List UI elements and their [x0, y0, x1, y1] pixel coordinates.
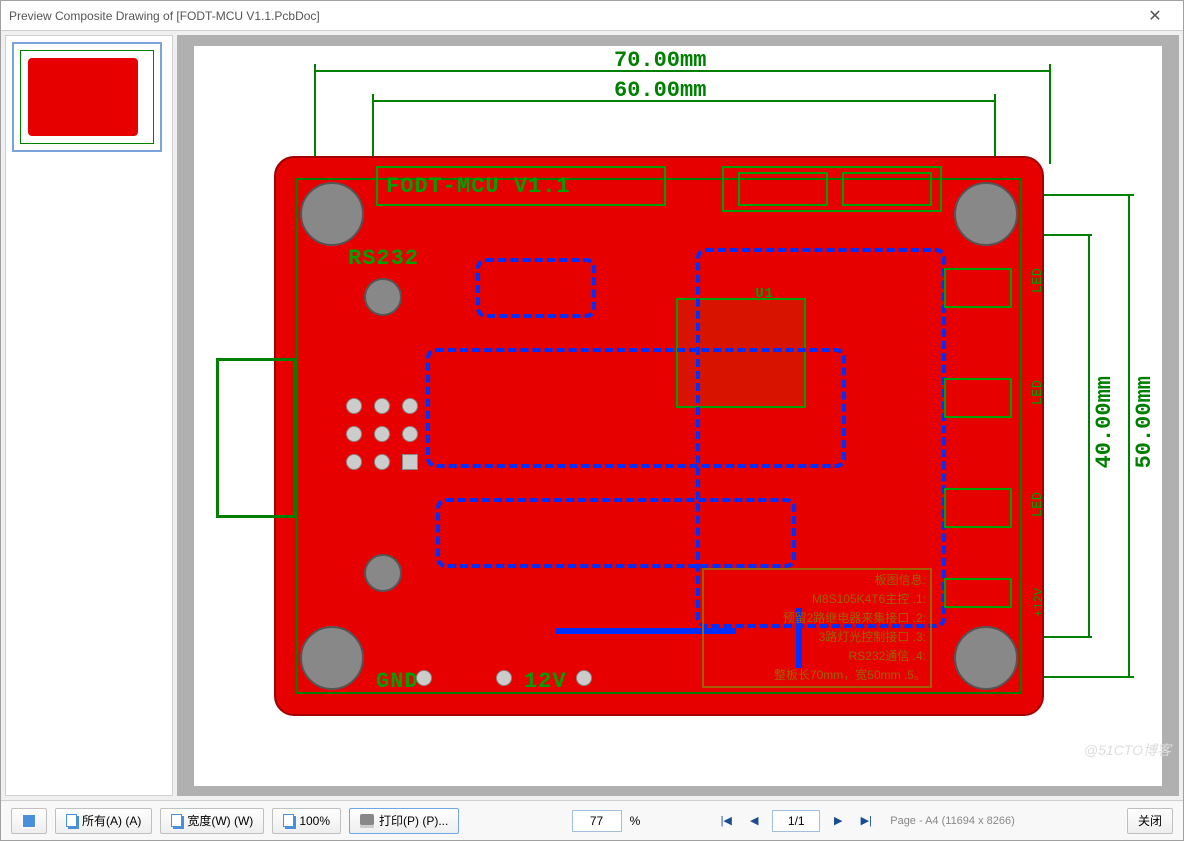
watermark: @51CTO博客	[1084, 740, 1171, 760]
zoom-100-button[interactable]: 100%	[272, 808, 341, 834]
dim-height-outer: 50.00mm	[1132, 376, 1157, 468]
connector	[216, 358, 296, 518]
silk-12v: 12V	[524, 669, 567, 694]
dim-line	[1128, 194, 1130, 676]
dim-ext-line	[1044, 676, 1134, 678]
dim-ext-line	[372, 94, 374, 164]
titlebar: Preview Composite Drawing of [FODT-MCU V…	[1, 1, 1183, 31]
info-line: :3路灯光控制接口 .3	[704, 627, 930, 646]
pcb-board: FODT-MCU V1.1 RS232 GND 12V U1	[274, 156, 1044, 716]
fit-all-button[interactable]: 所有(A) (A)	[55, 808, 152, 834]
close-button[interactable]: 关闭	[1127, 808, 1173, 834]
cmp-outline	[376, 166, 666, 206]
small-hole	[364, 278, 402, 316]
info-line: :板图信息	[704, 570, 930, 589]
cmp-relay-inner	[738, 172, 828, 206]
cmp-relay-inner	[842, 172, 932, 206]
dim-ext-line	[314, 64, 316, 164]
btn-label: 100%	[299, 814, 330, 828]
thumbnail-panel	[5, 35, 173, 796]
mounting-hole	[954, 626, 1018, 690]
toolbar: 所有(A) (A) 宽度(W) (W) 100% 打印(P) (P)... % …	[1, 800, 1183, 840]
zoom-suffix: %	[630, 814, 641, 828]
nav-prev-button[interactable]: ◀	[744, 811, 764, 831]
silk-led: LED	[1030, 380, 1046, 405]
page-input[interactable]	[772, 810, 820, 832]
dim-line	[1088, 234, 1090, 636]
grid-icon	[22, 814, 36, 828]
body: 70.00mm 60.00mm 40.00mm 50.00mm	[1, 31, 1183, 800]
info-line: :M8S105K4T6主控 .1	[704, 589, 930, 608]
dim-width-outer: 70.00mm	[614, 48, 706, 73]
dim-ext-line	[1044, 636, 1092, 638]
small-hole	[364, 554, 402, 592]
info-line: :RS232通信 .4	[704, 646, 930, 665]
printer-icon	[360, 814, 374, 828]
silk-plus12v: +12V	[1032, 588, 1046, 617]
mounting-hole	[300, 626, 364, 690]
dim-height-inner: 40.00mm	[1092, 376, 1117, 468]
page-info: Page - A4 (11694 x 8266)	[890, 815, 1015, 827]
page-icon	[283, 814, 294, 827]
silk-gnd: GND	[376, 669, 419, 694]
trace	[476, 258, 596, 318]
btn-label: 所有(A) (A)	[82, 812, 141, 829]
canvas[interactable]: 70.00mm 60.00mm 40.00mm 50.00mm	[177, 35, 1179, 796]
dim-width-inner: 60.00mm	[614, 78, 706, 103]
dim-ext-line	[1049, 64, 1051, 164]
fit-width-button[interactable]: 宽度(W) (W)	[160, 808, 264, 834]
thumbnail[interactable]	[12, 42, 162, 152]
cmp-led-drv	[944, 268, 1012, 308]
btn-label: 宽度(W) (W)	[187, 812, 253, 829]
info-line: 。整板长70mm，宽50mm .5	[704, 665, 930, 684]
nav-last-button[interactable]: ▶|	[856, 811, 876, 831]
dim-ext-line	[994, 94, 996, 164]
window-title: Preview Composite Drawing of [FODT-MCU V…	[9, 9, 1135, 23]
mounting-hole	[954, 182, 1018, 246]
cmp-led-drv	[944, 378, 1012, 418]
info-line: :预留2路继电器来集接口 .2	[704, 608, 930, 627]
zoom-input[interactable]	[572, 810, 622, 832]
cmp-led-drv	[944, 578, 1012, 608]
dim-ext-line	[1044, 194, 1134, 196]
mounting-hole	[300, 182, 364, 246]
page-icon	[66, 814, 77, 827]
page-icon	[171, 814, 182, 827]
silk-led: LED	[1030, 268, 1046, 293]
info-box: :板图信息 :M8S105K4T6主控 .1 :预留2路继电器来集接口 .2 :…	[702, 568, 932, 688]
silk-led: LED	[1030, 492, 1046, 517]
cmp-led-drv	[944, 488, 1012, 528]
thumb-board	[28, 58, 138, 136]
btn-label: 打印(P) (P)...	[379, 812, 448, 829]
btn-label: 关闭	[1138, 812, 1162, 829]
print-button[interactable]: 打印(P) (P)...	[349, 808, 459, 834]
paper: 70.00mm 60.00mm 40.00mm 50.00mm	[194, 46, 1162, 786]
nav-first-button[interactable]: |◀	[716, 811, 736, 831]
silk-rs232: RS232	[348, 246, 419, 271]
dim-ext-line	[1044, 234, 1092, 236]
view-options-button[interactable]	[11, 808, 47, 834]
close-icon[interactable]: ✕	[1135, 6, 1175, 26]
nav-next-button[interactable]: ▶	[828, 811, 848, 831]
